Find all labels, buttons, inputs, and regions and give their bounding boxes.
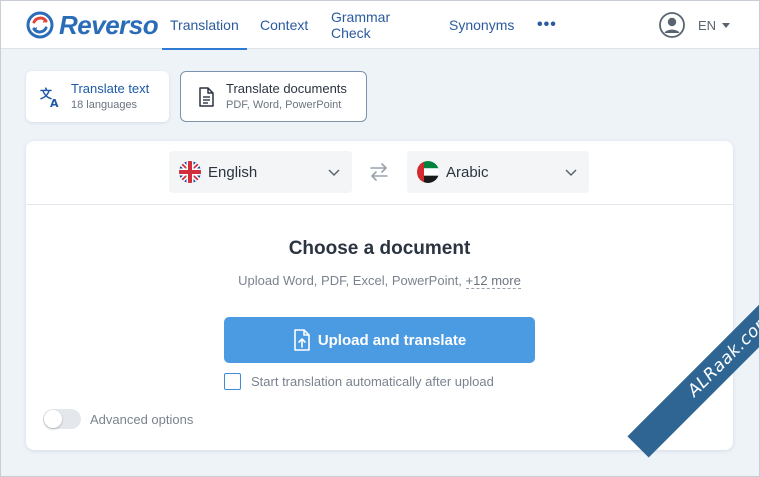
chevron-down-icon <box>328 169 340 177</box>
translate-text-title: Translate text <box>71 81 150 96</box>
auto-start-option: Start translation automatically after up… <box>224 372 494 390</box>
upload-and-translate-button[interactable]: Upload and translate <box>224 317 535 363</box>
top-header: Reverso Translation Context Grammar Chec… <box>1 1 759 50</box>
translate-icon: 文 A <box>40 86 59 108</box>
logo-text: Reverso <box>59 9 159 40</box>
caret-down-icon <box>722 22 731 28</box>
swap-languages-icon[interactable] <box>368 161 390 183</box>
choose-document-title: Choose a document <box>288 238 471 259</box>
upload-button-label: Upload and translate <box>317 331 467 349</box>
uae-flag-icon <box>417 161 439 183</box>
upload-file-icon <box>294 329 310 351</box>
reverso-logo[interactable]: Reverso <box>26 9 159 40</box>
translate-text-subtitle: 18 languages <box>71 99 138 111</box>
advanced-options-row: Advanced options <box>43 409 193 429</box>
source-language-name: English <box>208 163 258 181</box>
translate-documents-title: Translate documents <box>226 81 347 96</box>
advanced-options-label[interactable]: Advanced options <box>90 412 193 427</box>
uk-flag-icon <box>179 161 201 183</box>
translate-documents-tab[interactable]: Translate documents PDF, Word, PowerPoin… <box>180 71 367 122</box>
auto-start-label[interactable]: Start translation automatically after up… <box>251 374 494 389</box>
language-selector-bar: English Arabic <box>26 141 733 205</box>
nav-synonyms[interactable]: Synonyms <box>449 1 514 49</box>
target-language-name: Arabic <box>446 163 489 181</box>
document-translation-panel: English Arabic Choose a document Upload … <box>26 141 733 450</box>
target-language-select[interactable]: Arabic <box>407 151 589 193</box>
more-formats-link[interactable]: +12 more <box>465 273 521 289</box>
svg-text:A: A <box>50 97 59 108</box>
toggle-knob <box>44 410 62 428</box>
advanced-options-toggle[interactable] <box>43 409 81 429</box>
user-account-icon[interactable] <box>659 12 685 38</box>
ui-language-label: EN <box>698 17 717 33</box>
supported-formats-text: Upload Word, PDF, Excel, PowerPoint, +12… <box>26 273 733 289</box>
nav-grammar-check[interactable]: Grammar Check <box>331 1 390 49</box>
ui-language-dropdown[interactable]: EN <box>698 1 731 49</box>
document-icon <box>199 86 214 107</box>
more-menu-button[interactable]: ••• <box>537 1 557 49</box>
auto-start-checkbox[interactable] <box>224 372 241 390</box>
source-language-select[interactable]: English <box>169 151 352 193</box>
nav-translation[interactable]: Translation <box>162 1 247 50</box>
nav-context[interactable]: Context <box>260 1 308 49</box>
translate-text-tab[interactable]: 文 A Translate text 18 languages <box>26 71 169 122</box>
reverso-logo-icon <box>26 11 54 39</box>
translate-documents-subtitle: PDF, Word, PowerPoint <box>226 99 342 111</box>
supported-formats-label: Upload Word, PDF, Excel, PowerPoint, <box>238 273 466 288</box>
chevron-down-icon <box>565 169 577 177</box>
